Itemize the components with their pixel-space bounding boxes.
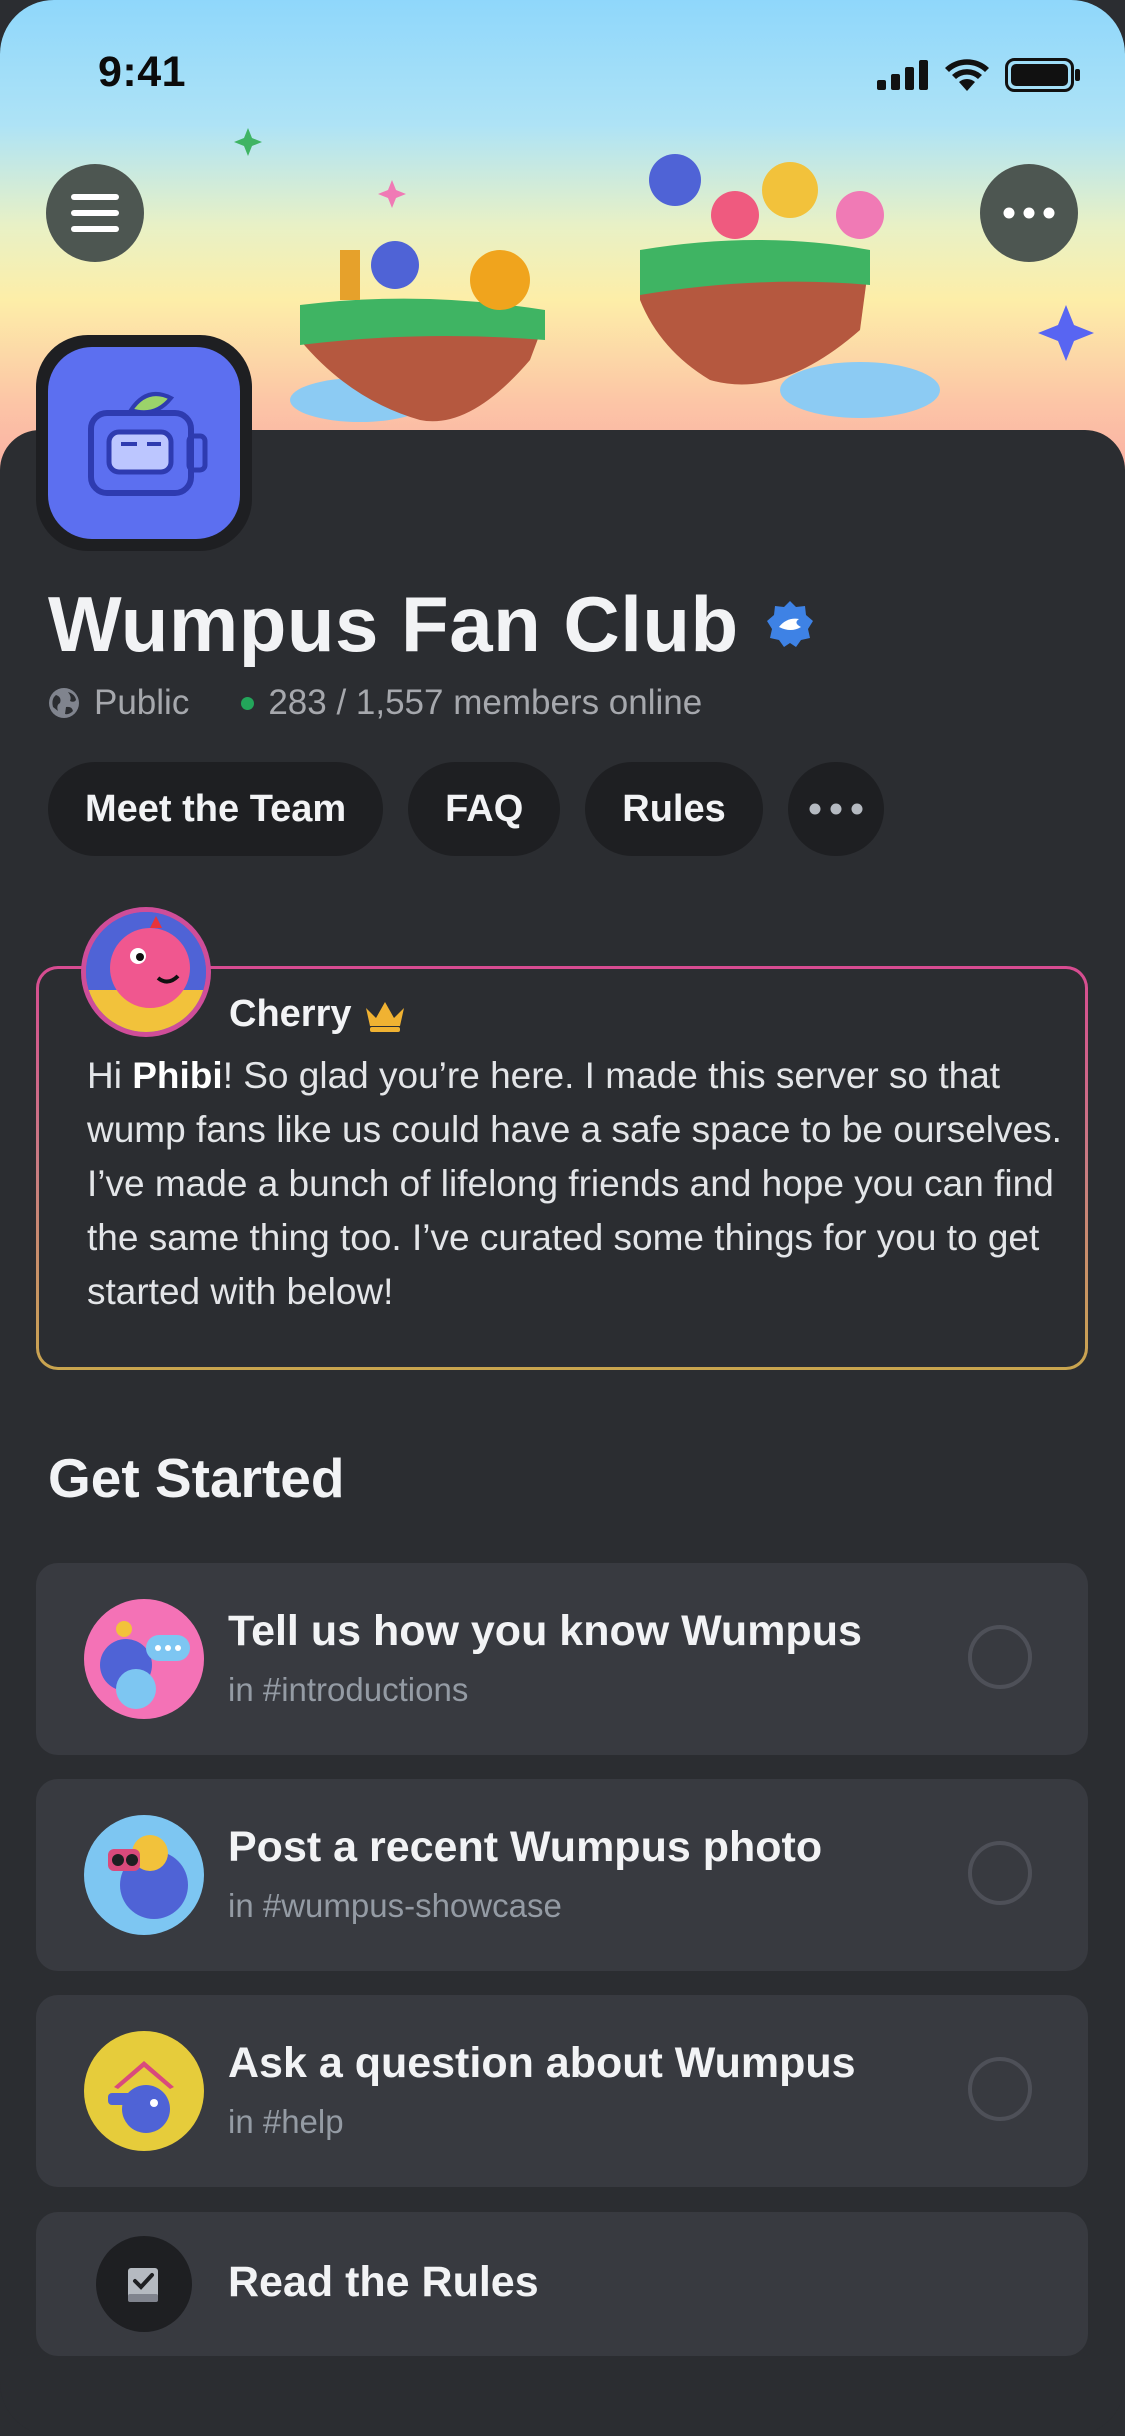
- app-screen: 9:41 Wumpus Fan Club Public 283 / 1,557 …: [0, 0, 1125, 2436]
- chip-rules[interactable]: Rules: [585, 762, 763, 856]
- author-name: Cherry: [229, 993, 352, 1035]
- task-item-help[interactable]: Ask a question about Wumpus in #help: [36, 1995, 1088, 2187]
- server-icon-image: [48, 347, 240, 539]
- chip-faq[interactable]: FAQ: [408, 762, 561, 856]
- photo-illustration: [84, 1815, 204, 1935]
- task-checkbox[interactable]: [968, 2057, 1032, 2121]
- task-thumbnail: [84, 1599, 204, 1719]
- read-the-rules-item[interactable]: Read the Rules: [36, 2212, 1088, 2356]
- menu-button[interactable]: [46, 164, 144, 262]
- welcome-text: Hi Phibi! So glad you’re here. I made th…: [87, 1049, 1067, 1319]
- verified-badge-icon[interactable]: [765, 599, 815, 649]
- hamburger-menu-icon: [71, 194, 119, 232]
- crown-icon: [365, 1001, 404, 1032]
- camera-wumpus-icon: [88, 392, 208, 496]
- more-dots-icon: [1003, 207, 1055, 219]
- members-online-count: 283 / 1,557 members online: [268, 683, 703, 722]
- rules-book-icon: [128, 2268, 158, 2302]
- task-title: Tell us how you know Wumpus: [228, 1607, 862, 1655]
- task-channel: in #wumpus-showcase: [228, 1887, 562, 1924]
- question-illustration: [84, 2031, 204, 2151]
- server-chips: Meet the Team FAQ Rules: [48, 762, 884, 856]
- task-channel: in #help: [228, 2103, 344, 2140]
- task-checkbox[interactable]: [968, 1625, 1032, 1689]
- chip-meet-the-team[interactable]: Meet the Team: [48, 762, 384, 856]
- welcome-text-body: ! So glad you’re here. I made this serve…: [87, 1055, 1062, 1312]
- globe-icon: [49, 688, 79, 718]
- cherry-avatar-image: [86, 912, 206, 1032]
- more-dots-icon: [809, 803, 863, 815]
- read-the-rules-label: Read the Rules: [228, 2258, 539, 2306]
- task-thumbnail: [84, 2031, 204, 2151]
- server-name: Wumpus Fan Club: [48, 579, 739, 668]
- online-dot: [241, 696, 255, 710]
- welcome-recipient-name: Phibi: [132, 1055, 223, 1096]
- task-title: Post a recent Wumpus photo: [228, 1823, 823, 1871]
- task-title: Ask a question about Wumpus: [228, 2039, 856, 2087]
- message-author: Cherry: [229, 993, 406, 1036]
- rules-icon-wrap: [96, 2236, 192, 2332]
- task-channel: in #introductions: [228, 1671, 469, 1708]
- task-item-wumpus-showcase[interactable]: Post a recent Wumpus photo in #wumpus-sh…: [36, 1779, 1088, 1971]
- welcome-message-body: Cherry Hi Phibi! So glad you’re here. I …: [39, 907, 1085, 1367]
- welcome-message-card: Cherry Hi Phibi! So glad you’re here. I …: [36, 907, 1088, 1370]
- chip-more-button[interactable]: [787, 762, 884, 856]
- get-started-title: Get Started: [48, 1447, 345, 1509]
- task-checkbox[interactable]: [968, 1841, 1032, 1905]
- task-item-introductions[interactable]: Tell us how you know Wumpus in #introduc…: [36, 1563, 1088, 1755]
- avatar[interactable]: [81, 907, 211, 1037]
- welcome-text-prefix: Hi: [87, 1055, 133, 1096]
- server-icon[interactable]: [36, 335, 252, 551]
- server-title-row: Wumpus Fan Club: [48, 574, 815, 674]
- server-meta: Public 283 / 1,557 members online: [48, 676, 702, 730]
- server-visibility: Public: [94, 683, 190, 722]
- introductions-illustration: [84, 1599, 204, 1719]
- task-thumbnail: [84, 1815, 204, 1935]
- server-more-button[interactable]: [980, 164, 1078, 262]
